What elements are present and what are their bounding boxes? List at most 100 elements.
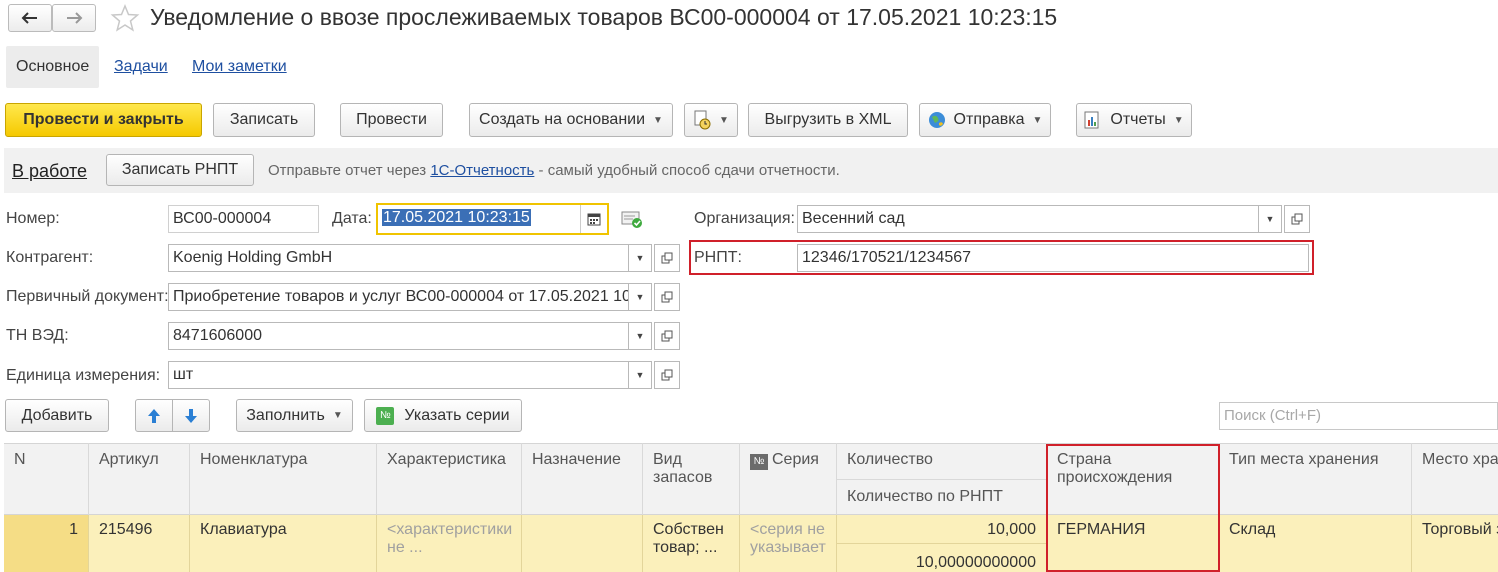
counterparty-dropdown[interactable]: ▼	[628, 244, 652, 272]
post-button[interactable]: Провести	[340, 103, 443, 137]
rnpt-field[interactable]: 12346/170521/1234567	[797, 244, 1309, 272]
cell-stock-type[interactable]: Собствен товар; ...	[643, 515, 740, 572]
forward-button[interactable]	[52, 4, 96, 32]
arrow-down-icon	[185, 408, 197, 423]
tnved-field[interactable]: 8471606000	[168, 322, 629, 350]
arrow-up-icon	[148, 408, 160, 423]
chevron-down-icon: ▼	[635, 370, 645, 380]
column-header-storage-type[interactable]: Тип места хранения	[1219, 443, 1412, 515]
arrow-right-icon	[67, 12, 83, 24]
series-number-icon: №	[750, 454, 768, 470]
column-header-series[interactable]: № Серия	[740, 443, 837, 515]
chevron-down-icon: ▼	[1032, 114, 1043, 126]
cell-characteristic[interactable]: <характеристики не ...	[377, 515, 522, 572]
chevron-down-icon: ▼	[653, 114, 663, 126]
column-header-article[interactable]: Артикул	[89, 443, 190, 515]
move-up-button[interactable]	[135, 399, 173, 432]
unit-label: Единица измерения:	[6, 367, 161, 384]
unit-dropdown[interactable]: ▼	[628, 361, 652, 389]
tnved-dropdown[interactable]: ▼	[628, 322, 652, 350]
tnved-label: ТН ВЭД:	[6, 327, 69, 344]
back-button[interactable]	[8, 4, 52, 32]
table-search-input[interactable]: Поиск (Ctrl+F)	[1219, 402, 1498, 430]
globe-icon	[928, 112, 945, 128]
create-based-on-button[interactable]: Создать на основании ▼	[469, 103, 673, 137]
column-header-n[interactable]: N	[4, 443, 89, 515]
reporting-link[interactable]: 1С-Отчетность	[430, 162, 534, 179]
number-label: Номер:	[6, 210, 60, 227]
chevron-down-icon: ▼	[719, 114, 729, 126]
fill-button[interactable]: Заполнить ▼	[236, 399, 353, 432]
organization-field[interactable]: Весенний сад	[797, 205, 1259, 233]
organization-dropdown[interactable]: ▼	[1258, 205, 1282, 233]
arrow-left-icon	[21, 12, 37, 24]
rnpt-label: РНПТ:	[694, 249, 742, 266]
cell-quantity-rnpt[interactable]: 10,00000000000	[837, 544, 1047, 572]
unit-open-button[interactable]	[654, 361, 680, 389]
column-header-characteristic[interactable]: Характеристика	[377, 443, 522, 515]
tnved-open-button[interactable]	[654, 322, 680, 350]
send-button[interactable]: Отправка ▼	[919, 103, 1051, 137]
chevron-down-icon: ▼	[635, 292, 645, 302]
specify-series-button[interactable]: № Указать серии	[364, 399, 522, 432]
counterparty-open-button[interactable]	[654, 244, 680, 272]
cell-quantity[interactable]: 10,000	[837, 515, 1047, 544]
save-button[interactable]: Записать	[213, 103, 315, 137]
move-down-button[interactable]	[172, 399, 210, 432]
tab-main[interactable]: Основное	[6, 46, 100, 88]
column-header-quantity-rnpt[interactable]: Количество по РНПТ	[837, 479, 1047, 515]
column-header-stock-type[interactable]: Вид запасов	[643, 443, 740, 515]
document-clock-icon	[694, 110, 711, 130]
primary-document-label: Первичный документ:	[6, 288, 169, 305]
organization-open-button[interactable]	[1284, 205, 1310, 233]
calendar-icon[interactable]	[580, 205, 607, 233]
chevron-down-icon: ▼	[332, 410, 343, 421]
unit-field[interactable]: шт	[168, 361, 629, 389]
date-label: Дата:	[332, 210, 372, 227]
column-header-nomenclature[interactable]: Номенклатура	[190, 443, 377, 515]
column-header-storage-place[interactable]: Место хра	[1412, 443, 1498, 515]
post-and-close-button[interactable]: Провести и закрыть	[5, 103, 202, 137]
reports-button[interactable]: Отчеты ▼	[1076, 103, 1192, 137]
posted-check-icon	[621, 209, 643, 234]
open-window-icon	[661, 252, 673, 264]
open-window-icon	[661, 369, 673, 381]
chevron-down-icon: ▼	[1265, 214, 1275, 224]
organization-label: Организация:	[694, 210, 795, 227]
document-history-button[interactable]: ▼	[684, 103, 738, 137]
cell-storage-type[interactable]: Склад	[1219, 515, 1412, 572]
open-window-icon	[1291, 213, 1303, 225]
date-field[interactable]: 17.05.2021 10:23:15	[376, 203, 609, 235]
primary-document-dropdown[interactable]: ▼	[628, 283, 652, 311]
add-row-button[interactable]: Добавить	[5, 399, 109, 432]
column-header-purpose[interactable]: Назначение	[522, 443, 643, 515]
tab-tasks[interactable]: Задачи	[114, 46, 168, 88]
cell-article[interactable]: 215496	[89, 515, 190, 572]
report-icon	[1084, 111, 1099, 129]
chevron-down-icon: ▼	[635, 253, 645, 263]
number-field[interactable]: ВС00-000004	[168, 205, 319, 233]
cell-n[interactable]: 1	[4, 515, 89, 572]
series-number-icon: №	[376, 406, 395, 425]
country-highlight-frame	[1046, 444, 1220, 572]
primary-document-field[interactable]: Приобретение товаров и услуг ВС00-000004…	[168, 283, 629, 311]
page-title: Уведомление о ввозе прослеживаемых товар…	[150, 4, 1058, 30]
counterparty-label: Контрагент:	[6, 249, 94, 266]
primary-document-open-button[interactable]	[654, 283, 680, 311]
chevron-down-icon: ▼	[635, 331, 645, 341]
cell-purpose[interactable]	[522, 515, 643, 572]
chevron-down-icon: ▼	[1173, 114, 1184, 126]
counterparty-field[interactable]: Koenig Holding GmbH	[168, 244, 629, 272]
reporting-hint: Отправьте отчет через 1С-Отчетность - са…	[268, 162, 840, 179]
favorite-star-icon[interactable]	[110, 4, 140, 37]
save-rnpt-button[interactable]: Записать РНПТ	[106, 154, 254, 186]
tab-notes[interactable]: Мои заметки	[192, 46, 287, 88]
cell-series[interactable]: <серия не указывает	[740, 515, 837, 572]
open-window-icon	[661, 330, 673, 342]
cell-nomenclature[interactable]: Клавиатура	[190, 515, 377, 572]
cell-storage-place[interactable]: Торговый з	[1412, 515, 1498, 572]
export-xml-button[interactable]: Выгрузить в XML	[748, 103, 908, 137]
open-window-icon	[661, 291, 673, 303]
column-header-quantity[interactable]: Количество	[837, 443, 1047, 479]
status-link[interactable]: В работе	[12, 161, 87, 182]
